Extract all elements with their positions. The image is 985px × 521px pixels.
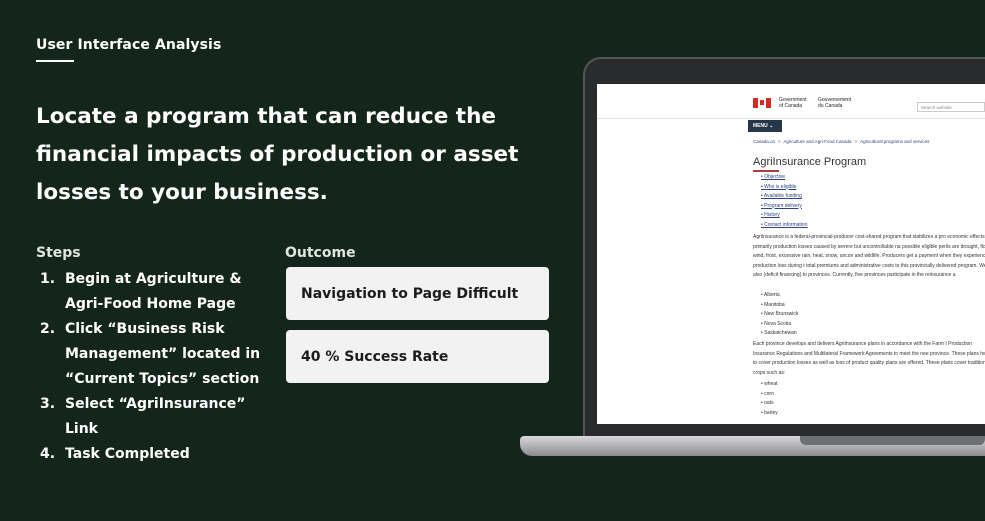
step-item: 4. Task Completed xyxy=(40,442,270,467)
crops-list: wheat corn oats barley xyxy=(761,380,778,418)
section-label: User Interface Analysis xyxy=(36,37,222,53)
breadcrumb-link[interactable]: Canada.ca xyxy=(753,139,775,144)
outcome-heading: Outcome xyxy=(285,245,356,261)
toc-link[interactable]: Program delivery xyxy=(761,202,808,212)
section-underline xyxy=(36,60,74,62)
intro-paragraph: AgriInsurance is a federal-provincial-pr… xyxy=(753,234,985,278)
breadcrumb-link[interactable]: Agricultural programs and services xyxy=(860,139,929,144)
toc-link[interactable]: Contact information xyxy=(761,221,807,231)
list-item: wheat xyxy=(761,380,778,390)
toc-link[interactable]: Available funding xyxy=(761,192,808,202)
step-item: 1. Begin at Agriculture & Agri-Food Home … xyxy=(40,267,270,317)
headline: Locate a program that can reduce the fin… xyxy=(36,104,519,205)
list-item: oats xyxy=(761,399,778,409)
outcome-card-success-rate: 40 % Success Rate xyxy=(286,330,549,383)
menu-button[interactable]: MENU ⌄ xyxy=(748,120,782,132)
steps-heading: Steps xyxy=(36,245,81,261)
gov-signature-en[interactable]: Government of Canada xyxy=(779,97,807,109)
list-item: Manitoba xyxy=(761,301,798,311)
search-input[interactable]: Search website xyxy=(917,102,985,112)
step-item: 3. Select “AgriInsurance” Link xyxy=(40,392,270,442)
laptop-screen: Government of Canada Gouvernement du Can… xyxy=(597,84,985,424)
canada-flag-icon xyxy=(753,98,771,108)
provinces-list: Alberta Manitoba New Brunswick Nova Scot… xyxy=(761,291,798,339)
toc-link[interactable]: Objective xyxy=(761,173,808,183)
toc-link[interactable]: History xyxy=(761,211,808,221)
step-number: 1. xyxy=(40,271,56,287)
step-number: 4. xyxy=(40,446,56,462)
step-number: 3. xyxy=(40,396,56,412)
breadcrumb: Canada.ca > Agriculture and Agri-Food Cana… xyxy=(753,139,930,144)
breadcrumb-link[interactable]: Agriculture and Agri-Food Canada xyxy=(783,139,851,144)
list-item: New Brunswick xyxy=(761,310,798,320)
step-number: 2. xyxy=(40,321,56,337)
plans-paragraph: Each province develops and delivers Agri… xyxy=(753,341,985,376)
list-item: corn xyxy=(761,390,778,400)
title-underline xyxy=(753,170,779,172)
gov-signature-fr[interactable]: Gouvernement du Canada xyxy=(818,97,851,109)
step-item: 2. Click “Business Risk Management” locat… xyxy=(40,317,270,392)
header-divider xyxy=(597,118,985,119)
laptop-notch xyxy=(800,436,985,445)
step-text: Click “Business Risk Management” located… xyxy=(65,321,261,387)
toc-link[interactable]: Who is eligible xyxy=(761,183,808,193)
outcome-card-navigation: Navigation to Page Difficult xyxy=(286,267,549,320)
step-text: Select “AgriInsurance” Link xyxy=(65,396,246,437)
list-item: Alberta xyxy=(761,291,798,301)
steps-list: 1. Begin at Agriculture & Agri-Food Home … xyxy=(40,267,270,467)
list-item: Nova Scotia xyxy=(761,320,798,330)
list-item: Saskatchewan xyxy=(761,329,798,339)
list-item: barley xyxy=(761,409,778,419)
table-of-contents: Objective Who is eligible Available fund… xyxy=(761,173,808,230)
page-title: AgriInsurance Program xyxy=(753,156,867,168)
step-text: Begin at Agriculture & Agri-Food Home Pa… xyxy=(65,271,242,312)
step-text: Task Completed xyxy=(65,446,190,462)
